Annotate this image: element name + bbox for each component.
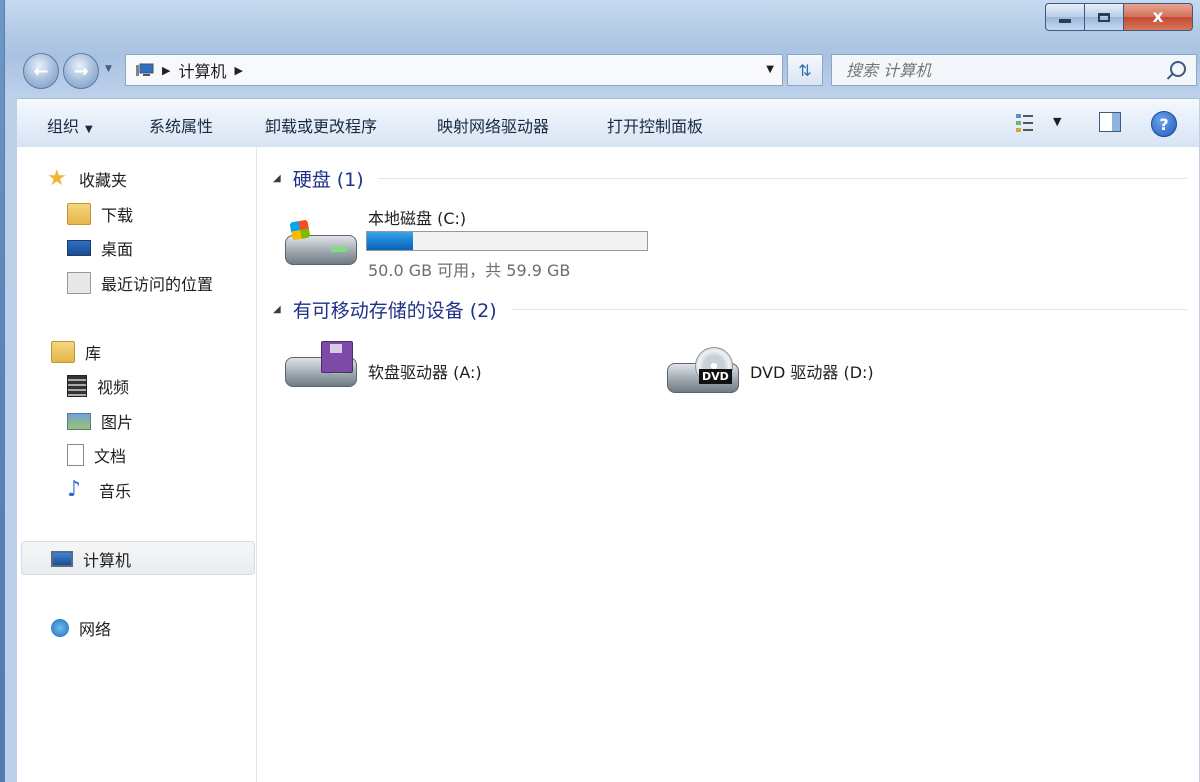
organize-button[interactable]: 组织 ▼ [47,113,93,137]
close-button[interactable]: x [1124,3,1193,31]
search-input[interactable] [844,59,1148,81]
explorer-window: x ← → ▼ ▶ 计算机 ▶ ▼ ⇅ 组织 ▼ 系统属性 卸载或更改程序 映射网… [4,0,1200,782]
view-options-chevron-down-icon[interactable]: ▼ [1053,115,1061,128]
group-title: 有可移动存储的设备 (2) [292,300,497,322]
recent-places-icon [67,272,91,294]
group-title: 硬盘 (1) [292,169,364,191]
address-bar[interactable]: ▶ 计算机 ▶ ▼ [125,54,783,86]
forward-button[interactable]: → [63,53,99,89]
drive-a[interactable]: 软盘驱动器 (A:) [285,335,615,401]
sidebar-item-computer[interactable]: 计算机 [51,547,131,571]
command-bar: 组织 ▼ 系统属性 卸载或更改程序 映射网络驱动器 打开控制面板 ▼ ? [17,98,1199,148]
drive-name: DVD 驱动器 (D:) [750,363,874,382]
caption-buttons: x [1045,3,1193,31]
open-control-panel-button[interactable]: 打开控制面板 [607,113,703,137]
breadcrumb-chevron-icon[interactable]: ▶ [162,64,170,77]
windows-logo-icon [289,219,311,241]
hard-drive-icon [285,219,357,267]
floppy-drive-icon [285,341,357,389]
refresh-icon: ⇅ [798,60,812,80]
uninstall-program-button[interactable]: 卸载或更改程序 [265,113,377,137]
computer-icon [136,63,154,76]
maximize-icon [1098,12,1110,22]
pictures-icon [67,412,91,430]
address-dropdown-icon[interactable]: ▼ [766,64,774,75]
chevron-down-icon: ▼ [85,124,93,135]
recent-pages-dropdown[interactable]: ▼ [105,64,112,74]
content-pane: ◢ 硬盘 (1) 本地磁盘 (C:) 50.0 GB 可用，共 59.9 GB … [257,147,1199,782]
sidebar-item-desktop[interactable]: 桌面 [67,236,133,260]
sidebar-item-label: 收藏夹 [79,171,128,190]
sidebar-item-downloads[interactable]: 下载 [67,202,133,226]
capacity-bar-fill [367,232,414,250]
dvd-badge: DVD [699,369,732,384]
search-icon[interactable] [1170,61,1186,77]
drive-free-space: 50.0 GB 可用，共 59.9 GB [368,261,571,280]
help-icon[interactable]: ? [1151,111,1177,137]
downloads-folder-icon [67,203,91,225]
close-icon: x [1152,7,1164,27]
hard-drive-light [331,247,347,252]
sidebar-item-label: 图片 [101,413,134,432]
sidebar-item-network[interactable]: 网络 [51,616,111,640]
breadcrumb-chevron-icon[interactable]: ▶ [234,64,242,77]
map-network-drive-button[interactable]: 映射网络驱动器 [437,113,549,137]
sidebar-item-libraries[interactable]: 库 [51,340,101,364]
sidebar-item-label: 音乐 [99,482,132,501]
refresh-button[interactable]: ⇅ [787,54,823,86]
video-icon [67,375,87,397]
collapse-triangle-icon[interactable]: ◢ [273,304,281,315]
sidebar-item-label: 计算机 [83,551,132,570]
forward-arrow-icon: → [73,60,89,82]
sidebar-item-recent-places[interactable]: 最近访问的位置 [67,271,213,295]
dvd-drive-icon: DVD [667,347,739,395]
minimize-icon [1059,19,1071,23]
documents-icon [67,444,84,466]
sidebar-item-label: 视频 [97,378,130,397]
back-arrow-icon: ← [33,60,49,82]
drive-name: 软盘驱动器 (A:) [368,363,482,382]
maximize-button[interactable] [1084,3,1124,31]
sidebar-item-label: 下载 [101,206,134,225]
sidebar-item-label: 库 [85,344,102,363]
sidebar-item-videos[interactable]: 视频 [67,374,129,398]
star-icon: ★ [47,166,67,191]
sidebar-item-pictures[interactable]: 图片 [67,409,133,433]
music-icon: ♪ [67,477,82,502]
floppy-disk-icon [321,341,353,373]
organize-label: 组织 [47,117,80,136]
computer-icon [51,551,73,567]
group-divider [510,309,1187,310]
change-view-icon[interactable] [1015,112,1035,134]
sidebar-item-label: 网络 [79,620,112,639]
search-box [831,54,1197,86]
drive-c[interactable]: 本地磁盘 (C:) 50.0 GB 可用，共 59.9 GB [285,199,655,280]
desktop-icon [67,240,91,256]
navigation-bar: ← → ▼ ▶ 计算机 ▶ ▼ ⇅ [5,50,1200,92]
drive-name: 本地磁盘 (C:) [368,209,467,228]
sidebar-item-label: 桌面 [101,240,134,259]
group-header-hard-disks[interactable]: ◢ 硬盘 (1) [273,165,1187,192]
network-icon [51,619,69,637]
minimize-button[interactable] [1045,3,1084,31]
sidebar-item-label: 最近访问的位置 [101,275,214,294]
preview-pane-icon[interactable] [1099,112,1121,132]
back-button[interactable]: ← [23,53,59,89]
navigation-pane: ★ 收藏夹 下载 桌面 最近访问的位置 库 视频 图片 文档 ♪ 音乐 计算机 … [17,147,257,782]
sidebar-item-label: 文档 [94,447,127,466]
sidebar-item-documents[interactable]: 文档 [67,443,126,467]
collapse-triangle-icon[interactable]: ◢ [273,173,281,184]
sidebar-item-music[interactable]: ♪ 音乐 [67,478,131,502]
sidebar-item-favorites[interactable]: ★ 收藏夹 [47,167,127,191]
group-divider [377,178,1187,179]
group-header-removable[interactable]: ◢ 有可移动存储的设备 (2) [273,296,1187,323]
library-icon [51,341,75,363]
capacity-bar [366,231,648,251]
system-properties-button[interactable]: 系统属性 [149,113,213,137]
breadcrumb-computer[interactable]: 计算机 [178,58,226,82]
drive-d[interactable]: DVD DVD 驱动器 (D:) [667,335,997,407]
